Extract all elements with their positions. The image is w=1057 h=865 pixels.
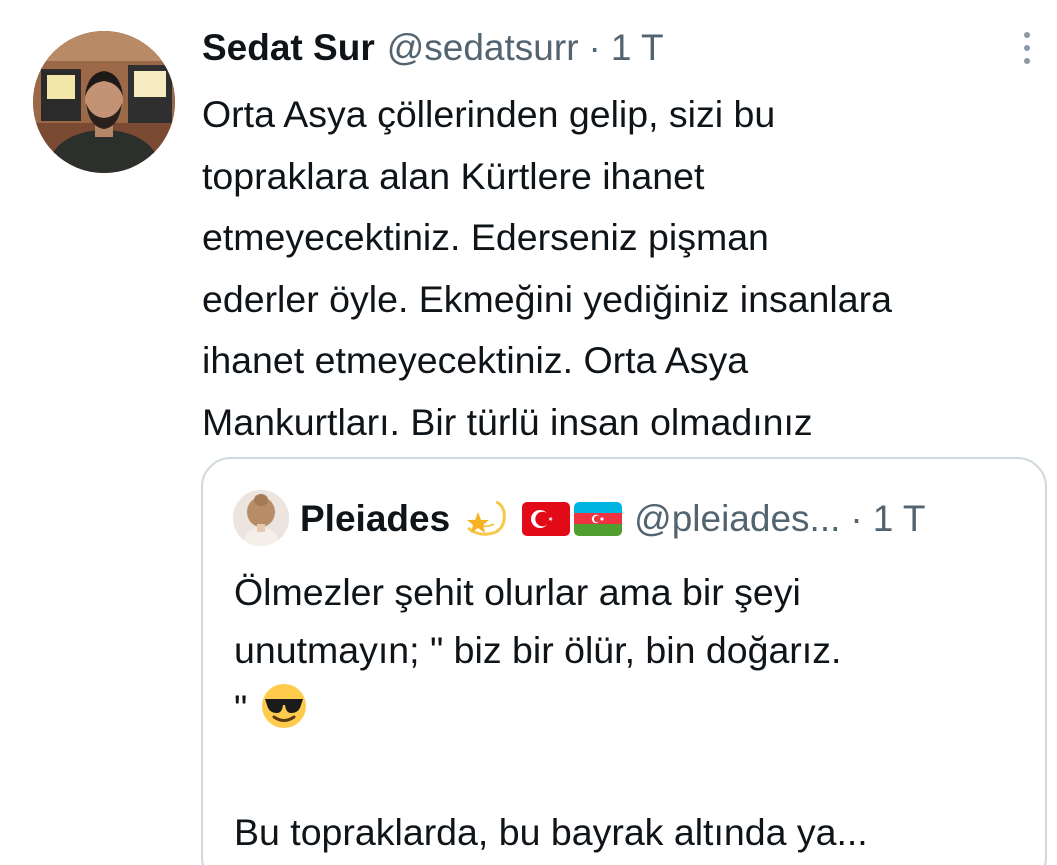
- tweet-header: Sedat Sur @sedatsurr · 1 T: [202, 22, 664, 74]
- quoted-text-line-with-emoji: ": [234, 679, 1034, 745]
- separator-dot: ·: [850, 498, 863, 539]
- tweet-text-line: Mankurtları. Bir türlü insan olmadınız: [202, 400, 813, 443]
- separator-dot: ·: [588, 27, 601, 68]
- quoted-tweet-timestamp[interactable]: 1 T: [873, 498, 926, 540]
- sunglasses-face-icon: [261, 683, 307, 745]
- quoted-tweet-text: Ölmezler şehit olurlar ama bir şeyi unut…: [234, 563, 1034, 861]
- tweet-timestamp[interactable]: 1 T: [611, 27, 664, 69]
- azerbaijan-flag-icon: [574, 502, 623, 536]
- tweet-text-line: Orta Asya çöllerinden gelip, sizi bu: [202, 93, 776, 135]
- quoted-text-line: Bu topraklarda, bu bayrak altında ya...: [234, 811, 868, 853]
- tweet-text: Orta Asya çöllerinden gelip, sizi bu top…: [202, 84, 1042, 454]
- tweet-text-line: ihanet etmeyecektiniz. Orta Asya: [202, 339, 749, 382]
- author-handle[interactable]: @sedatsurr: [387, 27, 579, 69]
- tweet-text-line: topraklara alan Kürtlere ihanet: [202, 154, 705, 197]
- quoted-tweet-header: Pleiades @pleiades... · 1 T: [300, 491, 926, 547]
- quoted-author-avatar[interactable]: [233, 490, 289, 546]
- quoted-text-line: Ölmezler şehit olurlar ama bir şeyi: [234, 571, 801, 613]
- quoted-tweet[interactable]: Pleiades @pleiades... · 1 T Ölmezler şeh…: [201, 457, 1047, 865]
- more-vertical-icon[interactable]: [1012, 28, 1042, 68]
- tweet[interactable]: Sedat Sur @sedatsurr · 1 T Orta Asya çöl…: [0, 0, 1057, 865]
- tweet-text-line: etmeyecektiniz. Ederseniz pişman: [202, 216, 769, 259]
- quoted-text-line: ": [234, 687, 248, 729]
- author-name[interactable]: Sedat Sur: [202, 27, 375, 69]
- turkey-flag-icon: [522, 502, 571, 536]
- quoted-author-handle[interactable]: @pleiades...: [634, 498, 840, 540]
- tweet-text-line: ederler öyle. Ekmeğini yediğiniz insanla…: [202, 277, 892, 320]
- quoted-text-line: unutmayın; " biz bir ölür, bin doğarız.: [234, 629, 842, 671]
- quoted-text-line: [234, 745, 1034, 803]
- dizzy-star-icon: [462, 498, 510, 540]
- author-avatar[interactable]: [33, 31, 175, 173]
- quoted-author-name[interactable]: Pleiades: [300, 498, 450, 540]
